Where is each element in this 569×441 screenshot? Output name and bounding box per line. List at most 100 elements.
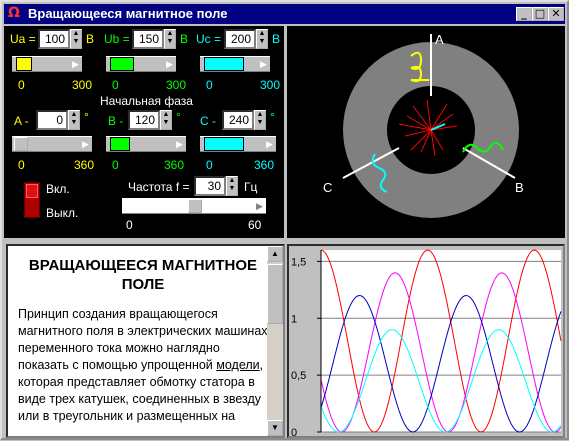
scroll-down-button[interactable]: ▼ bbox=[267, 420, 283, 436]
motor-diagram: A B C bbox=[323, 32, 524, 218]
ua-unit: В bbox=[86, 32, 95, 46]
ua-label: Ua = bbox=[10, 32, 36, 46]
phase-c-slider[interactable]: ▶ bbox=[200, 136, 276, 152]
phase-a-value[interactable]: 0 bbox=[36, 110, 68, 130]
ua-arrows[interactable]: ▲ ▼ bbox=[70, 29, 82, 49]
article-panel: ВРАЩАЮЩЕЕСЯ МАГНИТНОЕ ПОЛЕ Принцип созда… bbox=[6, 244, 285, 438]
article-title: ВРАЩАЮЩЕЕСЯ МАГНИТНОЕ ПОЛЕ bbox=[28, 257, 258, 293]
phase-a-slider[interactable]: ▶ bbox=[12, 136, 92, 152]
ua-min: 0 bbox=[18, 78, 25, 92]
phase-b-slider-thumb[interactable] bbox=[110, 137, 130, 151]
ub-arrows[interactable]: ▲ ▼ bbox=[164, 29, 176, 49]
frequency-value[interactable]: 30 bbox=[194, 176, 226, 196]
article-body: Принцип создания вращающегося магнитного… bbox=[18, 306, 268, 425]
ub-label: Ub = bbox=[104, 32, 130, 46]
y-tick-label: 1,5 bbox=[291, 256, 306, 268]
uc-max: 300 bbox=[260, 78, 281, 92]
window-title: Вращающееся магнитное поле bbox=[28, 6, 228, 21]
uc-slider-thumb[interactable] bbox=[204, 57, 244, 71]
uc-unit: В bbox=[272, 32, 281, 46]
ub-max: 300 bbox=[166, 78, 187, 92]
ua-slider-thumb[interactable] bbox=[16, 57, 32, 71]
phase-c-value[interactable]: 240 bbox=[222, 110, 254, 130]
close-button[interactable]: ✕ bbox=[548, 7, 564, 21]
ub-slider-arrow-icon: ▶ bbox=[166, 59, 173, 69]
frequency-slider-thumb[interactable] bbox=[188, 199, 202, 213]
uc-spinner[interactable]: 200 ▲ ▼ bbox=[224, 29, 268, 49]
power-on-label: Вкл. bbox=[46, 182, 70, 196]
motor-diagram-panel: A B C bbox=[287, 26, 565, 238]
y-tick-label: 0 bbox=[291, 427, 297, 436]
phase-a-slider-arrow-icon: ▶ bbox=[82, 139, 89, 149]
phase-a-arrows[interactable]: ▲ ▼ bbox=[68, 110, 80, 130]
ub-slider-thumb[interactable] bbox=[110, 57, 134, 71]
ua-slider-arrow-icon: ▶ bbox=[72, 59, 79, 69]
uc-arrows[interactable]: ▲ ▼ bbox=[256, 29, 268, 49]
ua-max: 300 bbox=[72, 78, 93, 92]
scroll-up-button[interactable]: ▲ bbox=[267, 246, 283, 262]
power-off-label: Выкл. bbox=[46, 206, 79, 220]
power-switch-lever[interactable] bbox=[26, 184, 38, 198]
main-window: Ω Вращающееся магнитное поле _ □ ✕ Ua = … bbox=[0, 0, 569, 440]
frequency-min: 0 bbox=[126, 218, 133, 232]
frequency-spinner[interactable]: 30 ▲ ▼ bbox=[194, 176, 238, 196]
phase-a-label: A - bbox=[14, 114, 29, 128]
y-tick-label: 1 bbox=[291, 313, 297, 325]
phase-c-arrows[interactable]: ▲ ▼ bbox=[254, 110, 266, 130]
ua-slider[interactable]: ▶ bbox=[12, 56, 82, 72]
ua-spinner[interactable]: 100 ▲ ▼ bbox=[38, 29, 82, 49]
ub-value[interactable]: 150 bbox=[132, 29, 164, 49]
frequency-unit: Гц bbox=[244, 180, 258, 194]
phase-a-unit: ° bbox=[84, 110, 89, 124]
phase-c-label: C - bbox=[200, 114, 216, 128]
phase-a-spinner[interactable]: 0 ▲ ▼ bbox=[36, 110, 80, 130]
coil-c-label: C bbox=[323, 180, 332, 195]
phase-c-min: 0 bbox=[206, 158, 213, 172]
ub-min: 0 bbox=[112, 78, 119, 92]
phase-c-slider-thumb[interactable] bbox=[204, 137, 244, 151]
uc-slider[interactable]: ▶ bbox=[200, 56, 270, 72]
phase-a-slider-thumb[interactable] bbox=[14, 137, 28, 151]
ub-unit: В bbox=[180, 32, 189, 46]
waveform-chart-panel: 1,5 1 0,5 0 bbox=[287, 244, 565, 439]
frequency-label: Частота f = bbox=[128, 180, 190, 194]
phase-a-min: 0 bbox=[18, 158, 25, 172]
frequency-max: 60 bbox=[248, 218, 262, 232]
phase-b-arrows[interactable]: ▲ ▼ bbox=[160, 110, 172, 130]
power-switch[interactable] bbox=[24, 182, 40, 218]
phase-b-label: B - bbox=[108, 114, 124, 128]
phase-b-unit: ° bbox=[176, 110, 181, 124]
phase-c-unit: ° bbox=[270, 110, 275, 124]
uc-slider-arrow-icon: ▶ bbox=[260, 59, 267, 69]
ub-slider[interactable]: ▶ bbox=[106, 56, 176, 72]
frequency-slider[interactable]: ▶ bbox=[122, 198, 266, 214]
phase-title: Начальная фаза bbox=[100, 94, 193, 108]
uc-min: 0 bbox=[206, 78, 213, 92]
frequency-arrows[interactable]: ▲ ▼ bbox=[226, 176, 238, 196]
phase-b-slider-arrow-icon: ▶ bbox=[176, 139, 183, 149]
frequency-slider-arrow-icon: ▶ bbox=[256, 201, 263, 211]
waveform-chart: 1,5 1 0,5 0 bbox=[291, 249, 562, 439]
article-link[interactable]: модели bbox=[216, 358, 259, 372]
omega-icon: Ω bbox=[8, 5, 20, 21]
phase-b-max: 360 bbox=[164, 158, 185, 172]
coil-b-label: B bbox=[515, 180, 524, 195]
phase-b-min: 0 bbox=[112, 158, 119, 172]
phase-c-slider-arrow-icon: ▶ bbox=[266, 139, 273, 149]
scroll-thumb[interactable] bbox=[267, 264, 283, 324]
minimize-button[interactable]: _ bbox=[516, 7, 532, 21]
phase-c-spinner[interactable]: 240 ▲ ▼ bbox=[222, 110, 266, 130]
ua-value[interactable]: 100 bbox=[38, 29, 70, 49]
uc-label: Uc = bbox=[196, 32, 222, 46]
phase-c-max: 360 bbox=[254, 158, 275, 172]
phase-a-max: 360 bbox=[74, 158, 95, 172]
maximize-button[interactable]: □ bbox=[532, 7, 548, 21]
ub-spinner[interactable]: 150 ▲ ▼ bbox=[132, 29, 176, 49]
article-scrollbar[interactable]: ▲ ▼ bbox=[267, 246, 283, 436]
uc-value[interactable]: 200 bbox=[224, 29, 256, 49]
phase-b-spinner[interactable]: 120 ▲ ▼ bbox=[128, 110, 172, 130]
title-bar[interactable]: Ω Вращающееся магнитное поле _ □ ✕ bbox=[4, 4, 565, 24]
coil-a-label: A bbox=[435, 32, 444, 47]
phase-b-slider[interactable]: ▶ bbox=[106, 136, 186, 152]
phase-b-value[interactable]: 120 bbox=[128, 110, 160, 130]
